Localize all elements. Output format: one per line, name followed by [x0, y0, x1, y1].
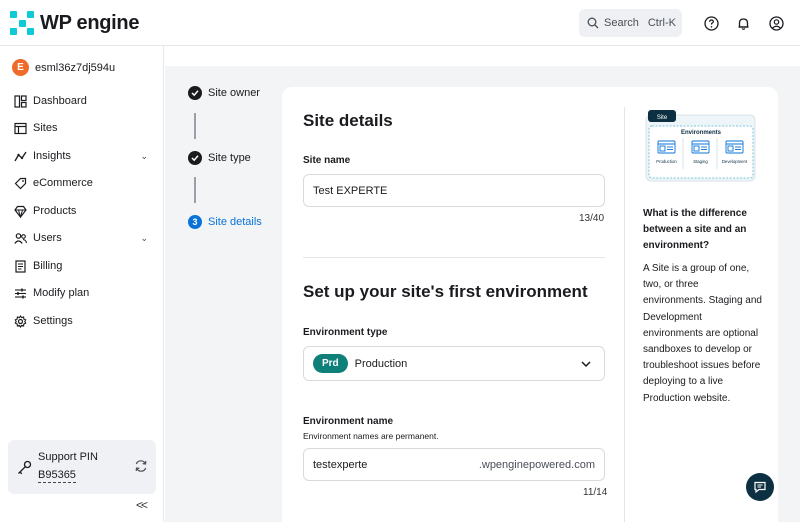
- environment-type-badge: Prd: [313, 354, 348, 373]
- search-icon: [587, 17, 599, 29]
- sidebar-item-sites[interactable]: Sites: [14, 118, 154, 138]
- support-pin-panel: Support PIN B95365: [8, 440, 156, 494]
- bell-icon[interactable]: [735, 15, 751, 31]
- step-connector: [194, 113, 196, 139]
- account-switcher[interactable]: E esml36z7dj594u: [12, 59, 115, 76]
- top-bar: WP engine Search Ctrl-K: [0, 0, 800, 46]
- environment-name-label: Environment name: [303, 416, 394, 427]
- insights-icon: [14, 151, 27, 161]
- account-icon[interactable]: [768, 15, 784, 31]
- sidebar-item-products[interactable]: Products: [14, 201, 154, 221]
- sidebar-item-label: Settings: [33, 315, 73, 327]
- help-divider: [624, 107, 625, 522]
- account-name: esml36z7dj594u: [35, 61, 116, 74]
- sidebar-item-label: Sites: [33, 122, 58, 134]
- sidebar-item-label: Modify plan: [33, 287, 90, 299]
- help-body: A Site is a group of one, two, or three …: [643, 263, 762, 404]
- step-site-type[interactable]: Site type: [188, 151, 251, 165]
- wp-engine-logo[interactable]: WP engine: [10, 11, 139, 35]
- illustration-title: Environments: [681, 130, 722, 136]
- billing-icon: [15, 259, 26, 273]
- illustration-env-production: Production: [656, 159, 677, 164]
- sidebar-item-label: Billing: [33, 260, 63, 272]
- sidebar-item-users[interactable]: Users ⌄: [14, 228, 154, 248]
- site-name-value: Test EXPERTE: [313, 184, 388, 197]
- illustration-env-development: Development: [722, 159, 748, 164]
- environment-heading: Set up your site's first environment: [303, 282, 588, 301]
- step-connector: [194, 177, 196, 203]
- gear-icon: [14, 314, 27, 328]
- key-icon: [18, 460, 32, 475]
- help-icon[interactable]: [703, 15, 719, 31]
- site-details-card: Site details Site name Test EXPERTE 13/4…: [282, 87, 778, 522]
- step-label: Site details: [208, 216, 262, 228]
- environment-type-select[interactable]: Prd Production: [303, 346, 605, 381]
- sidebar-item-settings[interactable]: Settings: [14, 311, 154, 331]
- sidebar-item-dashboard[interactable]: Dashboard: [14, 91, 154, 111]
- search-label: Search: [604, 17, 639, 29]
- sidebar-item-billing[interactable]: Billing: [14, 256, 154, 276]
- sidebar-item-label: Users: [33, 232, 62, 244]
- step-number: 3: [188, 215, 202, 229]
- chevron-down-icon: ⌄: [140, 150, 148, 161]
- check-icon: [188, 86, 202, 100]
- environment-domain-suffix: .wpenginepowered.com: [478, 458, 595, 471]
- help-title: What is the difference between a site an…: [643, 208, 747, 251]
- main-top-strip: [165, 46, 800, 66]
- sidebar: E esml36z7dj594u Dashboard Sites Insight…: [0, 46, 164, 522]
- chevron-down-icon: ⌄: [140, 232, 148, 243]
- chat-icon: [754, 481, 766, 494]
- environment-name-counter: 11/14: [583, 487, 608, 498]
- sidebar-item-insights[interactable]: Insights ⌄: [14, 146, 154, 166]
- dashboard-icon: [14, 94, 27, 108]
- site-name-input[interactable]: Test EXPERTE: [303, 174, 605, 207]
- support-pin-title: Support PIN: [38, 451, 98, 463]
- step-site-details[interactable]: 3 Site details: [188, 215, 262, 229]
- tag-icon: [14, 177, 27, 189]
- collapse-sidebar-button[interactable]: <<: [136, 498, 148, 512]
- illustration-site-tag: Site: [657, 115, 668, 121]
- refresh-icon[interactable]: [134, 459, 148, 473]
- sidebar-item-modify-plan[interactable]: Modify plan: [14, 283, 154, 303]
- step-label: Site type: [208, 152, 251, 164]
- check-icon: [188, 151, 202, 165]
- support-pin-value[interactable]: B95365: [38, 469, 76, 483]
- sidebar-item-label: eCommerce: [33, 177, 93, 189]
- environment-name-input[interactable]: testexperte .wpenginepowered.com: [303, 448, 605, 481]
- environment-type-label: Environment type: [303, 327, 388, 338]
- sidebar-item-label: Dashboard: [33, 95, 87, 107]
- sidebar-item-label: Insights: [33, 150, 71, 162]
- logo-mark-icon: [10, 11, 34, 35]
- step-label: Site owner: [208, 87, 260, 99]
- step-site-owner[interactable]: Site owner: [188, 86, 260, 100]
- environments-illustration: Site Environments Production Staging Dev…: [645, 110, 756, 182]
- environment-type-value: Production: [354, 357, 408, 370]
- site-name-label: Site name: [303, 155, 351, 166]
- search-shortcut: Ctrl-K: [647, 17, 676, 29]
- illustration-env-staging: Staging: [693, 159, 708, 164]
- chevron-down-icon: [581, 361, 591, 368]
- sliders-icon: [15, 288, 26, 298]
- search-button[interactable]: Search Ctrl-K: [579, 9, 682, 37]
- chat-button[interactable]: [746, 473, 774, 501]
- site-details-heading: Site details: [303, 111, 393, 130]
- site-name-counter: 13/40: [579, 213, 605, 224]
- logo-text: WP engine: [40, 11, 140, 34]
- diamond-icon: [14, 205, 27, 218]
- sidebar-item-label: Products: [33, 205, 77, 217]
- environment-name-hint: Environment names are permanent.: [303, 431, 439, 441]
- users-icon: [14, 232, 27, 244]
- sidebar-item-ecommerce[interactable]: eCommerce: [14, 173, 154, 193]
- account-avatar: E: [12, 59, 29, 76]
- environment-name-value: testexperte: [313, 458, 368, 471]
- section-divider: [303, 257, 605, 258]
- sites-icon: [14, 122, 27, 134]
